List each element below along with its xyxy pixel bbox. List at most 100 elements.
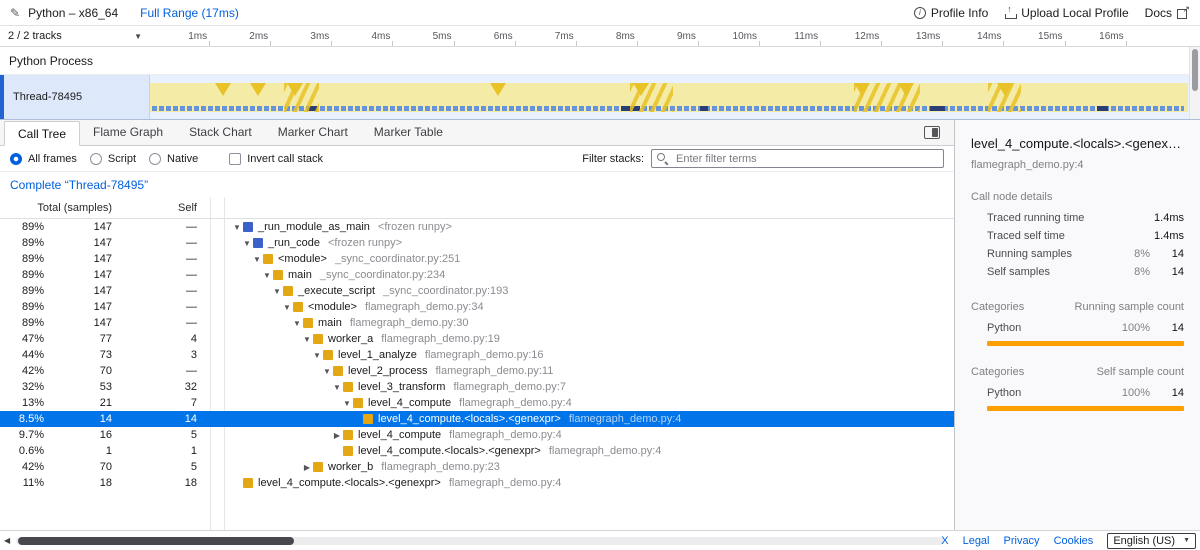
- tab-marker-chart[interactable]: Marker Chart: [265, 120, 361, 145]
- footer-links: X Legal Privacy Cookies English (US)▼: [941, 531, 1196, 550]
- profile-info-label: Profile Info: [931, 6, 988, 20]
- language-select[interactable]: English (US)▼: [1107, 533, 1196, 549]
- upload-profile-button[interactable]: Upload Local Profile: [1004, 6, 1128, 20]
- total-percent: 42%: [0, 461, 48, 473]
- collapse-arrow-icon[interactable]: ▼: [271, 287, 283, 296]
- collapse-arrow-icon[interactable]: ▼: [321, 367, 333, 376]
- self-samples: —: [118, 317, 210, 329]
- call-tree-row[interactable]: 32%5332▼level_3_transformflamegraph_demo…: [0, 379, 954, 395]
- details-sidebar: level_4_compute.<locals>.<genexpr> flame…: [955, 120, 1200, 530]
- category-name: Python: [987, 387, 1114, 399]
- horizontal-scrollbar-thumb[interactable]: [18, 537, 294, 545]
- tab-stack-chart[interactable]: Stack Chart: [176, 120, 265, 145]
- full-range-link[interactable]: Full Range (17ms): [140, 6, 239, 20]
- tree-cell: ▼_run_module_as_main<frozen runpy>: [225, 221, 954, 233]
- self-samples: 5: [118, 429, 210, 441]
- thread-track-label[interactable]: Thread-78495: [4, 75, 150, 119]
- invert-call-stack-checkbox[interactable]: Invert call stack: [229, 153, 323, 165]
- radio-native[interactable]: Native: [149, 153, 198, 165]
- call-tree-row[interactable]: 47%774▼worker_aflamegraph_demo.py:19: [0, 331, 954, 347]
- expand-arrow-icon[interactable]: ▶: [301, 463, 313, 472]
- thread-track[interactable]: Thread-78495: [0, 75, 1200, 120]
- tab-marker-table[interactable]: Marker Table: [361, 120, 456, 145]
- category-icon: [283, 286, 293, 296]
- interval-marker-triangle: [287, 83, 303, 96]
- call-tree-row[interactable]: 89%147—▼_run_module_as_main<frozen runpy…: [0, 219, 954, 235]
- tree-cell: ▼level_1_analyzeflamegraph_demo.py:16: [225, 349, 954, 361]
- scroll-left-arrow-icon[interactable]: ◀: [4, 536, 10, 545]
- profile-info-button[interactable]: i Profile Info: [914, 6, 988, 20]
- footer-close-link[interactable]: X: [941, 535, 948, 547]
- tree-cell: ▼level_3_transformflamegraph_demo.py:7: [225, 381, 954, 393]
- collapse-arrow-icon[interactable]: ▼: [311, 351, 323, 360]
- category-count: 14: [1150, 387, 1184, 399]
- radio-all-frames[interactable]: All frames: [10, 153, 77, 165]
- total-samples: 16: [48, 429, 118, 441]
- category-row: Python100%14: [971, 384, 1184, 402]
- call-tree-row[interactable]: 0.6%11level_4_compute.<locals>.<genexpr>…: [0, 443, 954, 459]
- tab-flame-graph[interactable]: Flame Graph: [80, 120, 176, 145]
- call-tree-row[interactable]: 89%147—▼_execute_script_sync_coordinator…: [0, 283, 954, 299]
- sidebar-toggle-icon[interactable]: [924, 126, 940, 139]
- edit-profile-name-icon[interactable]: ✎: [10, 6, 20, 20]
- column-total-samples[interactable]: Total (samples): [0, 202, 118, 214]
- function-name: <module>: [308, 301, 357, 313]
- tracks-summary-dropdown[interactable]: 2 / 2 tracks ▼: [0, 26, 150, 46]
- collapse-arrow-icon[interactable]: ▼: [291, 319, 303, 328]
- column-self[interactable]: Self: [118, 202, 210, 214]
- call-tree-row[interactable]: 13%217▼level_4_computeflamegraph_demo.py…: [0, 395, 954, 411]
- collapse-arrow-icon[interactable]: ▼: [301, 335, 313, 344]
- collapse-arrow-icon[interactable]: ▼: [241, 239, 253, 248]
- track-canvas[interactable]: [150, 83, 1188, 112]
- filter-input[interactable]: [651, 149, 944, 168]
- footer-link-legal[interactable]: Legal: [963, 535, 990, 547]
- file-location: flamegraph_demo.py:4: [449, 477, 562, 489]
- collapse-arrow-icon[interactable]: ▼: [251, 255, 263, 264]
- ruler-tick: 5ms: [397, 26, 455, 46]
- timeline-vertical-scrollbar[interactable]: [1189, 47, 1200, 119]
- call-tree-row[interactable]: 11%1818level_4_compute.<locals>.<genexpr…: [0, 475, 954, 491]
- details-heading-label: Call node details: [971, 191, 1052, 203]
- collapse-arrow-icon[interactable]: ▼: [331, 383, 343, 392]
- profile-name[interactable]: Python – x86_64: [28, 6, 118, 20]
- tracks-summary: 2 / 2 tracks: [8, 30, 62, 42]
- footer-link-cookies[interactable]: Cookies: [1054, 535, 1094, 547]
- collapse-arrow-icon[interactable]: ▼: [341, 399, 353, 408]
- function-name: level_4_compute.<locals>.<genexpr>: [258, 477, 441, 489]
- timeline-scrollbar-thumb[interactable]: [1192, 49, 1198, 91]
- collapse-arrow-icon[interactable]: ▼: [261, 271, 273, 280]
- tree-cell: ▼<module>flamegraph_demo.py:34: [225, 301, 954, 313]
- expand-arrow-icon[interactable]: ▶: [331, 431, 343, 440]
- category-icon: [353, 398, 363, 408]
- info-icon: i: [914, 7, 926, 19]
- category-row: Python100%14: [971, 319, 1184, 337]
- total-samples: 70: [48, 461, 118, 473]
- collapse-arrow-icon[interactable]: ▼: [231, 223, 243, 232]
- call-tree-row[interactable]: 42%705▶worker_bflamegraph_demo.py:23: [0, 459, 954, 475]
- call-tree-row[interactable]: 8.5%1414level_4_compute.<locals>.<genexp…: [0, 411, 954, 427]
- process-track-header[interactable]: Python Process: [0, 47, 1200, 75]
- file-location: flamegraph_demo.py:30: [350, 317, 469, 329]
- call-tree-row[interactable]: 9.7%165▶level_4_computeflamegraph_demo.p…: [0, 427, 954, 443]
- radio-icon: [149, 153, 161, 165]
- interval-marker-triangle: [898, 83, 914, 96]
- docs-link[interactable]: Docs: [1145, 6, 1190, 20]
- call-tree-row[interactable]: 89%147—▼main_sync_coordinator.py:234: [0, 267, 954, 283]
- call-tree-body: 89%147—▼_run_module_as_main<frozen runpy…: [0, 219, 954, 530]
- radio-label: Native: [167, 153, 198, 165]
- tab-call-tree[interactable]: Call Tree: [4, 121, 80, 146]
- total-percent: 89%: [0, 253, 48, 265]
- radio-script[interactable]: Script: [90, 153, 136, 165]
- call-tree-row[interactable]: 42%70—▼level_2_processflamegraph_demo.py…: [0, 363, 954, 379]
- call-tree-row[interactable]: 89%147—▼<module>flamegraph_demo.py:34: [0, 299, 954, 315]
- footer-link-privacy[interactable]: Privacy: [1004, 535, 1040, 547]
- call-tree-row[interactable]: 89%147—▼<module>_sync_coordinator.py:251: [0, 251, 954, 267]
- collapse-arrow-icon[interactable]: ▼: [281, 303, 293, 312]
- category-name: Python: [987, 322, 1114, 334]
- call-tree-row[interactable]: 89%147—▼_run_code<frozen runpy>: [0, 235, 954, 251]
- call-tree-row[interactable]: 44%733▼level_1_analyzeflamegraph_demo.py…: [0, 347, 954, 363]
- ruler-tick: 6ms: [458, 26, 516, 46]
- file-location: flamegraph_demo.py:4: [549, 445, 662, 457]
- call-tree-row[interactable]: 89%147—▼mainflamegraph_demo.py:30: [0, 315, 954, 331]
- breadcrumb-complete-thread[interactable]: Complete “Thread-78495”: [10, 178, 148, 192]
